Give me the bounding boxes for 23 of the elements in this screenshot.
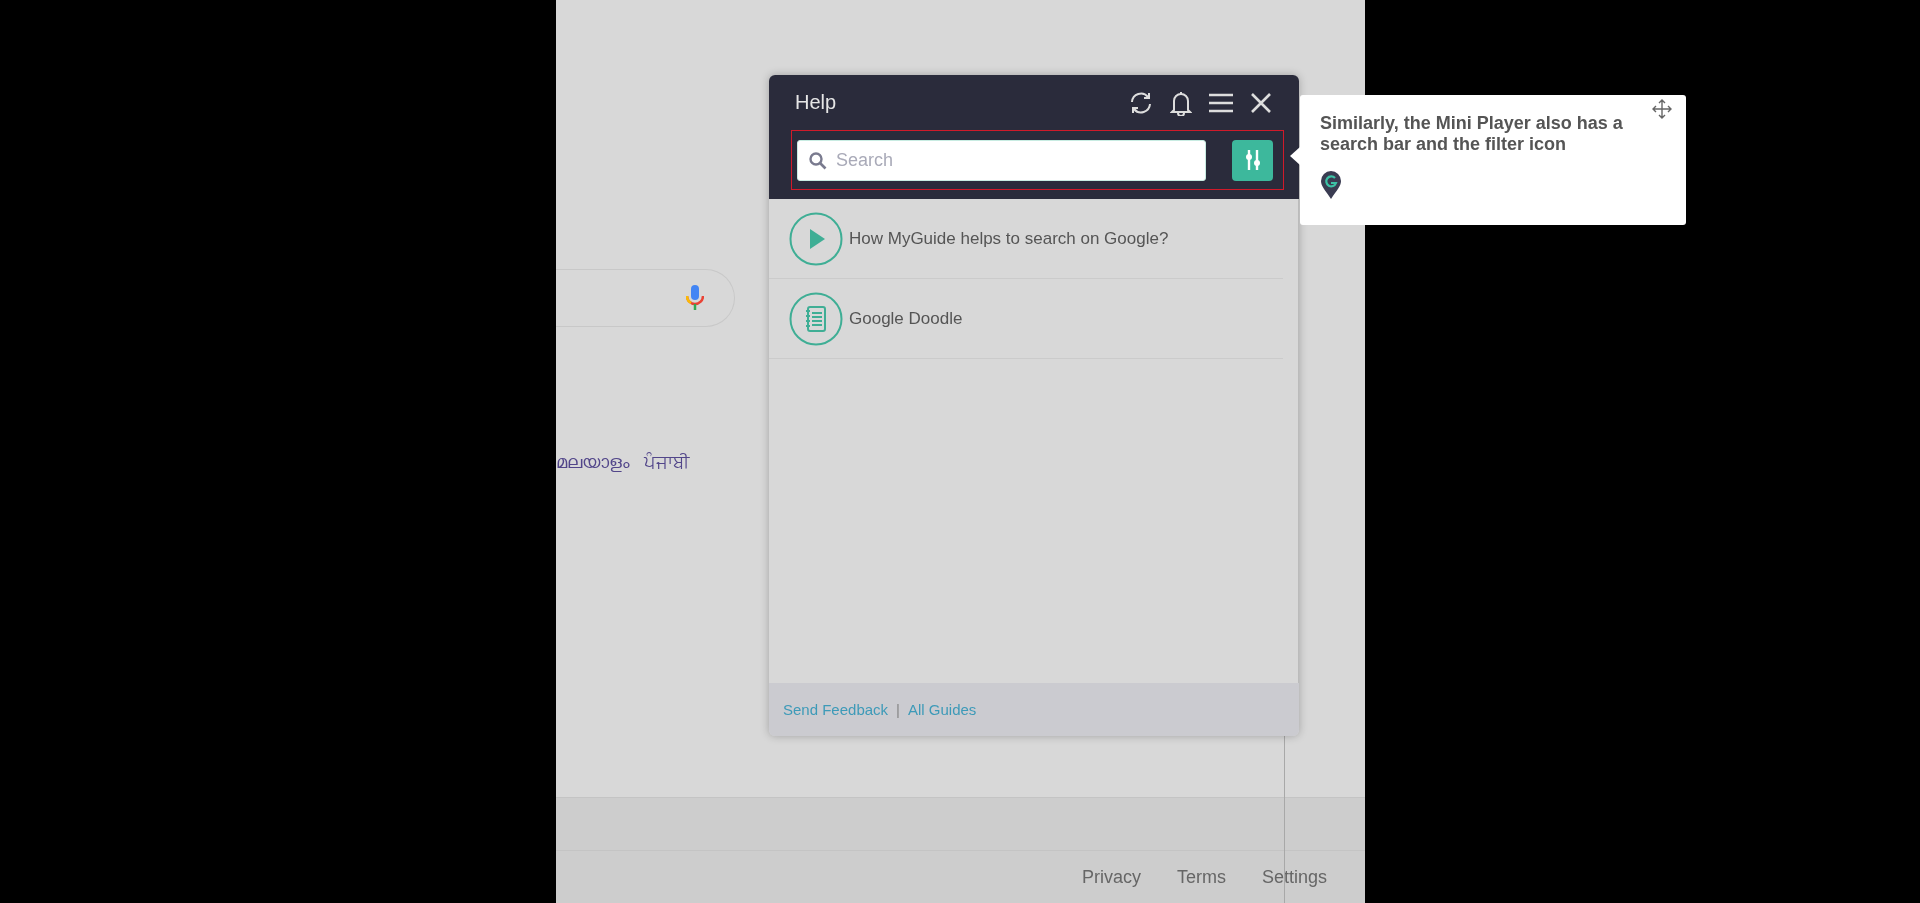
guide-item[interactable]: Google Doodle: [769, 279, 1283, 359]
move-icon[interactable]: [1652, 99, 1672, 119]
footer-link[interactable]: Terms: [1176, 866, 1226, 888]
footer-link[interactable]: Privacy: [1081, 866, 1141, 888]
close-icon[interactable]: [1250, 91, 1272, 114]
menu-icon[interactable]: [1208, 91, 1234, 114]
language-link[interactable]: മലയാളം: [556, 451, 630, 473]
panel-title: Help: [795, 91, 837, 114]
map-pin-icon: [1320, 170, 1342, 200]
search-field[interactable]: Search: [797, 139, 1206, 181]
footer-link[interactable]: Settings: [1261, 866, 1327, 888]
filter-button[interactable]: [1232, 139, 1273, 181]
guide-item[interactable]: How MyGuide helps to search on Google?: [769, 199, 1283, 279]
tooltip-text: Similarly, the Mini Player also has a search bar and the filter icon: [1320, 113, 1624, 155]
separator: |: [896, 701, 900, 718]
refresh-icon[interactable]: [1128, 90, 1154, 115]
notebook-icon: [789, 291, 843, 346]
footer-link[interactable]: Send Feedback: [783, 701, 889, 718]
footer-link[interactable]: All Guides: [908, 701, 977, 718]
language-link[interactable]: ਪੰਜਾਬੀ: [644, 451, 689, 473]
microphone-icon[interactable]: [686, 285, 704, 311]
bell-icon[interactable]: [1170, 89, 1192, 116]
play-icon: [789, 211, 843, 266]
